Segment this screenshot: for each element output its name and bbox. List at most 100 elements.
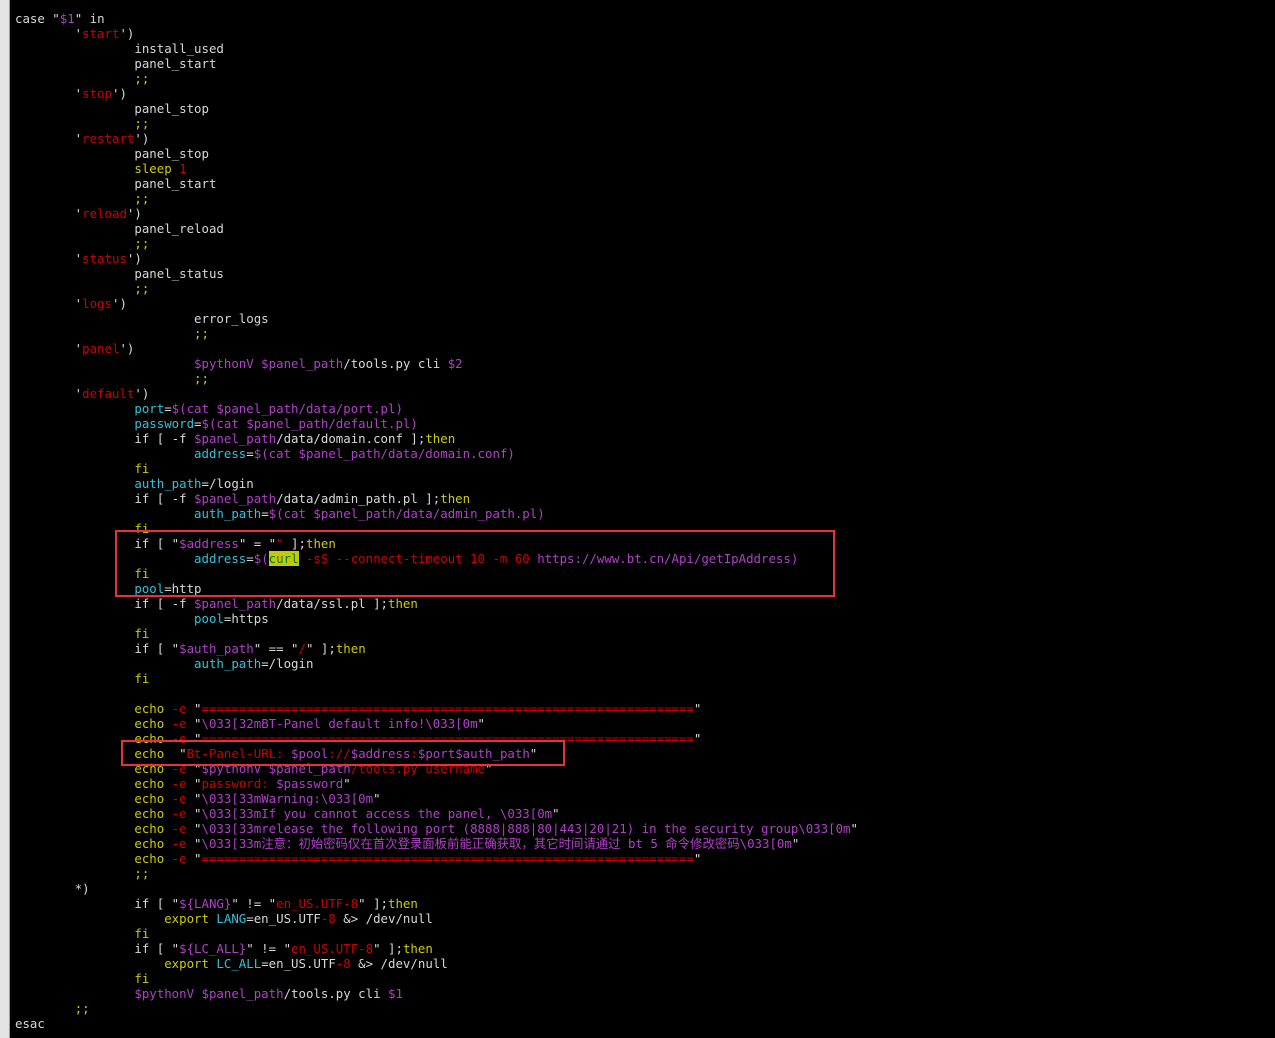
code-token: ;; — [134, 236, 150, 251]
code-token: \033[33mIf you cannot access the panel, … — [201, 806, 553, 821]
code-token: " != " — [246, 941, 292, 956]
code-token: -e — [164, 836, 195, 851]
code-token: ${LC_ALL} — [179, 941, 247, 956]
code-token: ;; — [134, 191, 150, 206]
code-token: fi — [15, 461, 150, 476]
code-line: ;; — [15, 281, 858, 296]
code-line: 'panel') — [15, 341, 858, 356]
code-token: panel_reload — [15, 221, 224, 236]
code-token: if [ -f — [15, 596, 195, 611]
code-token: " ]; — [358, 896, 389, 911]
terminal-window[interactable]: case "$1" in 'start') install_used panel… — [0, 0, 1275, 1038]
code-token: en_US.UTF-8 — [276, 896, 359, 911]
code-token: password — [134, 416, 195, 431]
code-token: ') — [126, 251, 142, 266]
code-token: =en_US.UTF — [261, 956, 336, 971]
code-line: if [ "${LANG}" != "en_US.UTF-8" ];then — [15, 896, 858, 911]
code-line: auth_path=/login — [15, 656, 858, 671]
code-token: -e — [164, 791, 195, 806]
code-text-area[interactable]: case "$1" in 'start') install_used panel… — [15, 11, 858, 1031]
code-token: echo — [15, 716, 165, 731]
code-line: auth_path=/login — [15, 476, 858, 491]
panel-url-highlight-box — [121, 740, 565, 766]
code-line: 'default') — [15, 386, 858, 401]
code-token: = — [261, 506, 269, 521]
code-token: export — [15, 911, 217, 926]
code-token: $2 — [447, 356, 463, 371]
code-token: " — [194, 851, 202, 866]
code-token: " — [693, 851, 702, 866]
code-token: ${LANG} — [179, 896, 232, 911]
code-token: /data/domain.conf ]; — [276, 431, 426, 446]
code-token: echo — [15, 836, 165, 851]
code-token: ;; — [134, 281, 150, 296]
code-token: if [ -f — [15, 431, 195, 446]
code-token: case " — [15, 11, 60, 26]
code-token: auth_path — [134, 476, 202, 491]
code-token: ;; — [74, 1001, 90, 1016]
code-token: echo — [15, 701, 165, 716]
code-line: panel_stop — [15, 146, 858, 161]
code-line: $pythonV $panel_path/tools.py cli $2 — [15, 356, 858, 371]
code-token: $pythonV $panel_path — [194, 356, 344, 371]
code-token: status — [82, 251, 127, 266]
code-token: $panel_path — [194, 431, 277, 446]
code-token: ;; — [134, 866, 150, 881]
code-token: =en_US.UTF — [246, 911, 321, 926]
code-line: auth_path=$(cat $panel_path/data/admin_p… — [15, 506, 858, 521]
code-line: ;; — [15, 116, 858, 131]
code-token: &> /dev/null — [350, 956, 448, 971]
code-token: " — [194, 716, 202, 731]
code-token: = — [246, 446, 254, 461]
code-line: echo -e "\033[32mBT-Panel default info!\… — [15, 716, 858, 731]
code-token: then — [388, 896, 418, 911]
code-token: = — [194, 416, 202, 431]
code-token: fi — [15, 926, 150, 941]
code-line: *) — [15, 881, 858, 896]
code-token: LC_ALL — [216, 956, 262, 971]
code-line: 'stop') — [15, 86, 858, 101]
code-token: then — [440, 491, 471, 506]
code-token: ' — [15, 131, 83, 146]
code-line: sleep 1 — [15, 161, 858, 176]
code-token: $(cat $panel_path/default.pl) — [201, 416, 418, 431]
code-token: logs — [82, 296, 112, 311]
code-token: ' — [15, 251, 83, 266]
code-token: password: — [201, 776, 277, 791]
code-token: address — [194, 446, 247, 461]
code-token: if [ " — [15, 941, 180, 956]
code-token: fi — [15, 671, 150, 686]
code-token: ' — [15, 206, 83, 221]
code-token: " — [373, 791, 381, 806]
code-line: echo -e "\033[33mrelease the following p… — [15, 821, 858, 836]
code-token: $password — [276, 776, 344, 791]
code-token: ') — [111, 86, 127, 101]
code-token: " — [693, 701, 702, 716]
code-token: " == " — [253, 641, 299, 656]
code-token: panel_stop — [15, 146, 209, 161]
code-token: ' — [15, 26, 83, 41]
code-token: export — [15, 956, 217, 971]
code-token: echo — [15, 791, 165, 806]
code-token: stop — [82, 86, 112, 101]
code-token: LANG — [216, 911, 247, 926]
code-token: if [ " — [15, 896, 180, 911]
code-token: panel — [82, 341, 120, 356]
code-token: " — [693, 731, 702, 746]
code-token: $1 — [59, 11, 75, 26]
code-token: " in — [74, 11, 105, 26]
code-line: panel_stop — [15, 101, 858, 116]
code-token: port — [134, 401, 165, 416]
code-token: ========================================… — [201, 851, 694, 866]
code-line: error_logs — [15, 311, 858, 326]
code-token: $pythonV $panel_path — [134, 986, 284, 1001]
